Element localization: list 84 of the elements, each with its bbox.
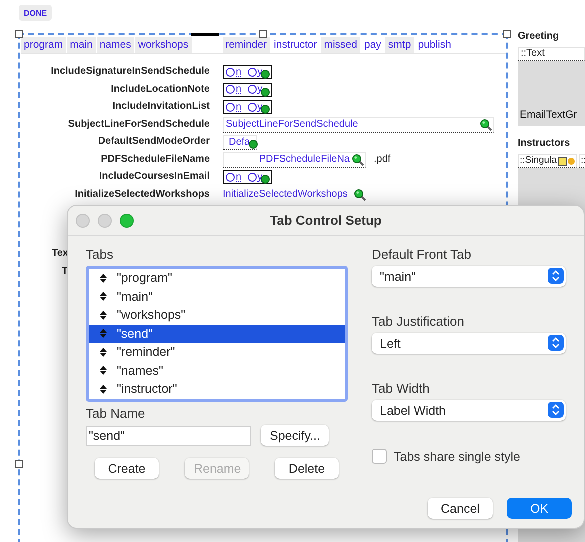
stepper-icon bbox=[548, 268, 564, 284]
window-title: Tab Control Setup bbox=[270, 213, 382, 228]
reorder-icon bbox=[100, 384, 107, 394]
list-label: Tabs bbox=[86, 247, 114, 262]
tab[interactable]: missed bbox=[321, 37, 362, 53]
preview-text: EmailTextGr bbox=[519, 109, 578, 121]
action-button[interactable]: Create bbox=[95, 458, 159, 479]
tab[interactable]: main bbox=[67, 37, 97, 53]
radio-option[interactable]: n bbox=[226, 66, 242, 78]
reorder-icon bbox=[100, 310, 107, 320]
magnifier-icon bbox=[354, 188, 366, 200]
dot-icon bbox=[260, 175, 270, 184]
field-label: IncludeCoursesInEmail bbox=[98, 170, 210, 184]
radio-group[interactable]: n y bbox=[223, 170, 272, 184]
input-field[interactable]: SubjectLineForSendSchedule bbox=[223, 116, 494, 132]
tab[interactable]: reminder bbox=[222, 37, 272, 53]
list-item[interactable]: "instructor" bbox=[89, 380, 345, 398]
tab[interactable]: smtp bbox=[385, 37, 416, 53]
section-heading: Instructors bbox=[518, 138, 572, 149]
list-item[interactable]: "reminder" bbox=[89, 343, 345, 362]
radio-option[interactable]: n bbox=[226, 84, 242, 95]
tab[interactable]: publish bbox=[415, 37, 456, 53]
magnifier-icon bbox=[480, 118, 492, 130]
selection-handle[interactable] bbox=[259, 30, 267, 38]
reorder-icon bbox=[100, 366, 107, 376]
field-label: PDFScheduleFileName bbox=[100, 152, 210, 166]
field-label: Tab Name bbox=[86, 406, 146, 421]
dot-icon bbox=[260, 88, 270, 96]
selection-handle[interactable] bbox=[15, 30, 23, 38]
selection-handle[interactable] bbox=[503, 30, 511, 38]
radio-option[interactable]: n bbox=[226, 102, 242, 112]
list-item[interactable]: "program" bbox=[89, 269, 345, 288]
cancel-button[interactable]: Cancel bbox=[428, 498, 493, 519]
radio-group[interactable]: n y bbox=[223, 100, 272, 114]
field-label: SubjectLineForSendSchedule bbox=[67, 118, 210, 132]
radio-group[interactable]: n y bbox=[223, 82, 272, 96]
tab-list[interactable]: "program" "main" "workshops" "send" "reminder" "names" "instructor" bbox=[86, 266, 348, 402]
field-label: IncludeSignatureInSendSchedule bbox=[50, 65, 210, 79]
field-label: Tex bbox=[52, 248, 68, 259]
field-label: IncludeInvitationList bbox=[112, 100, 210, 114]
field-label: DefaultSendModeOrder bbox=[97, 135, 210, 149]
specify-button[interactable]: Specify... bbox=[261, 425, 330, 446]
input-field[interactable]: PDFScheduleFileNa bbox=[223, 152, 366, 168]
list-item[interactable]: "send" bbox=[89, 324, 345, 343]
tab-marker bbox=[191, 33, 219, 36]
field-label: Tab Width bbox=[372, 381, 431, 396]
stepper-icon bbox=[548, 335, 564, 351]
magnifier-icon bbox=[352, 154, 364, 166]
suffix-text: .pdf bbox=[374, 154, 391, 165]
selection-handle[interactable] bbox=[15, 460, 23, 468]
list-item[interactable]: "workshops" bbox=[89, 306, 345, 324]
radio-option[interactable]: n bbox=[226, 172, 242, 182]
dot-icon bbox=[260, 105, 270, 114]
done-button[interactable]: DONE bbox=[19, 5, 52, 21]
dot-icon bbox=[249, 140, 258, 148]
list-item[interactable]: "main" bbox=[89, 288, 345, 306]
radio-group[interactable]: n y bbox=[223, 65, 272, 79]
field-label: Tab Justification bbox=[372, 314, 466, 329]
checkbox[interactable] bbox=[372, 449, 387, 464]
popup-menu[interactable]: Label Width bbox=[372, 400, 566, 421]
tab[interactable]: workshops bbox=[135, 37, 193, 53]
field-label: InitializeSelectedWorkshops bbox=[74, 188, 210, 202]
dot-icon bbox=[260, 70, 270, 79]
action-button[interactable]: Delete bbox=[275, 458, 339, 479]
menu-field[interactable]: Defa bbox=[223, 134, 258, 150]
script-link[interactable]: InitializeSelectedWorkshops bbox=[223, 189, 348, 200]
reorder-icon bbox=[100, 292, 107, 302]
list-item[interactable]: "names" bbox=[89, 362, 345, 380]
popup-menu[interactable]: "main" bbox=[372, 266, 566, 287]
reorder-icon bbox=[100, 348, 107, 357]
reorder-icon bbox=[100, 274, 107, 283]
tab[interactable]: program bbox=[21, 37, 68, 53]
section-heading: Greeting bbox=[518, 31, 560, 42]
tab[interactable]: names bbox=[96, 37, 136, 53]
dot-icon bbox=[568, 158, 575, 164]
field-label: Default Front Tab bbox=[372, 247, 472, 262]
input-field[interactable]: "send" bbox=[86, 426, 251, 446]
ok-button[interactable]: OK bbox=[507, 498, 572, 519]
reorder-icon bbox=[100, 329, 107, 338]
field-label: IncludeLocationNote bbox=[110, 82, 210, 96]
zoom-button[interactable] bbox=[120, 214, 134, 228]
popup-menu[interactable]: Left bbox=[372, 333, 566, 354]
stepper-icon bbox=[548, 402, 564, 418]
checkbox-label: Tabs share single style bbox=[394, 450, 520, 464]
